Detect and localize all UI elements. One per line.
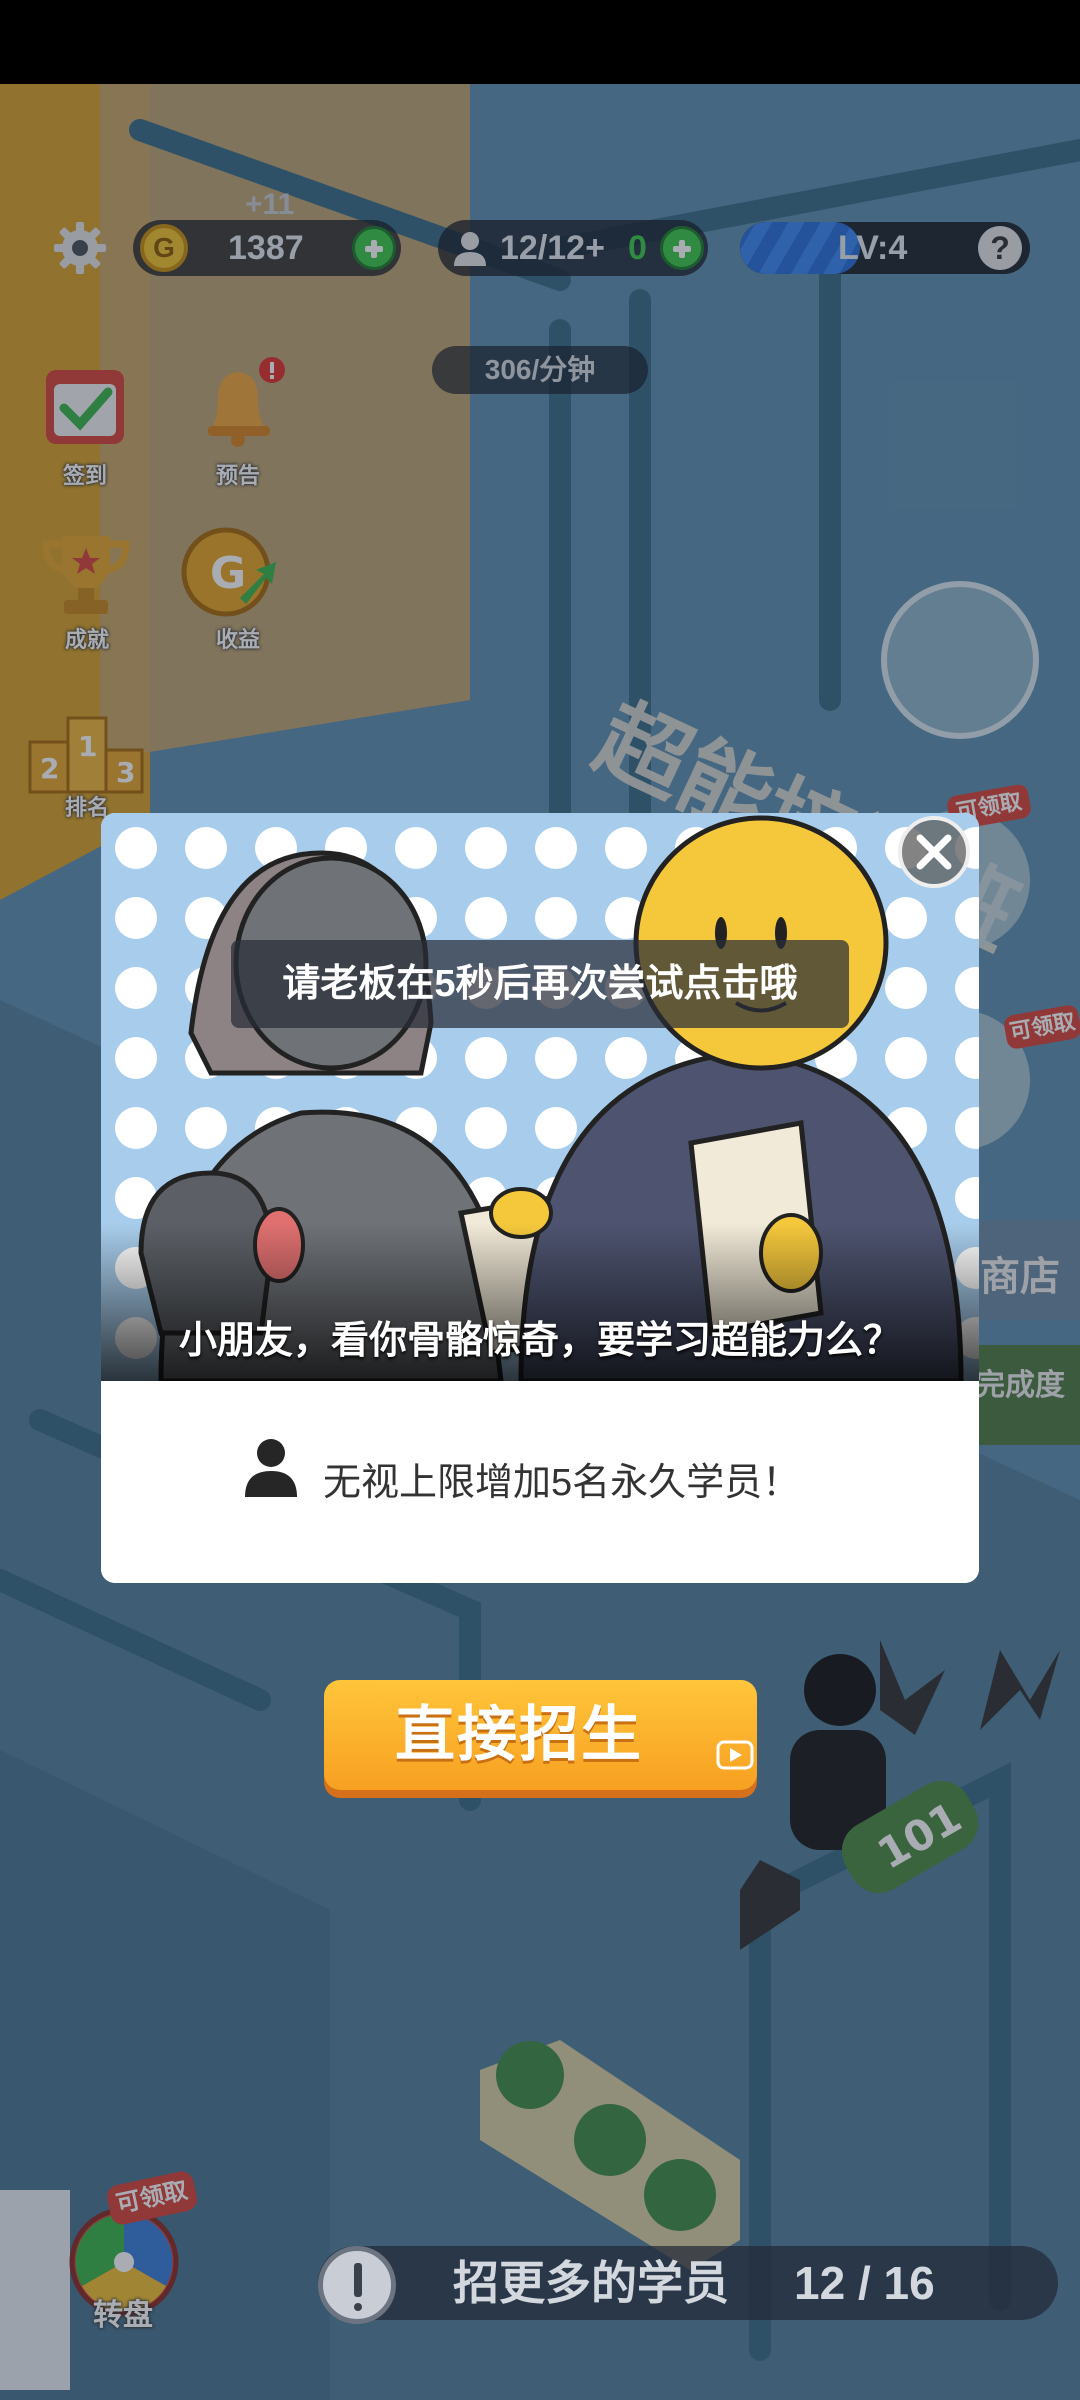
illustration-art bbox=[101, 813, 979, 1384]
close-button[interactable] bbox=[898, 816, 970, 888]
task-alert-icon bbox=[318, 2246, 396, 2324]
benefit-text: 无视上限增加5名永久学员！ bbox=[323, 1462, 801, 1504]
video-ad-icon bbox=[716, 1740, 754, 1770]
popup-illustration: 请老板在5秒后再次尝试点击哦 小朋友，看你骨骼惊奇，要学习超能力么？ bbox=[101, 813, 979, 1384]
toast-message: 请老板在5秒后再次尝试点击哦 bbox=[231, 940, 849, 1028]
person-icon bbox=[245, 1439, 297, 1497]
task-bar[interactable]: 招更多的学员 12 / 16 bbox=[318, 2246, 1058, 2320]
recruit-now-button[interactable]: 直接招生 bbox=[324, 1680, 757, 1790]
task-progress: 12 / 16 bbox=[794, 2257, 935, 2309]
close-icon bbox=[916, 834, 952, 870]
task-text: 招更多的学员 bbox=[453, 2257, 729, 2309]
recruit-popup: 请老板在5秒后再次尝试点击哦 小朋友，看你骨骼惊奇，要学习超能力么？ 无视上限增… bbox=[101, 813, 979, 1583]
popup-caption: 小朋友，看你骨骼惊奇，要学习超能力么？ bbox=[178, 1320, 901, 1362]
toast-text: 请老板在5秒后再次尝试点击哦 bbox=[282, 963, 798, 1005]
recruit-button-label: 直接招生 bbox=[395, 1701, 643, 1768]
